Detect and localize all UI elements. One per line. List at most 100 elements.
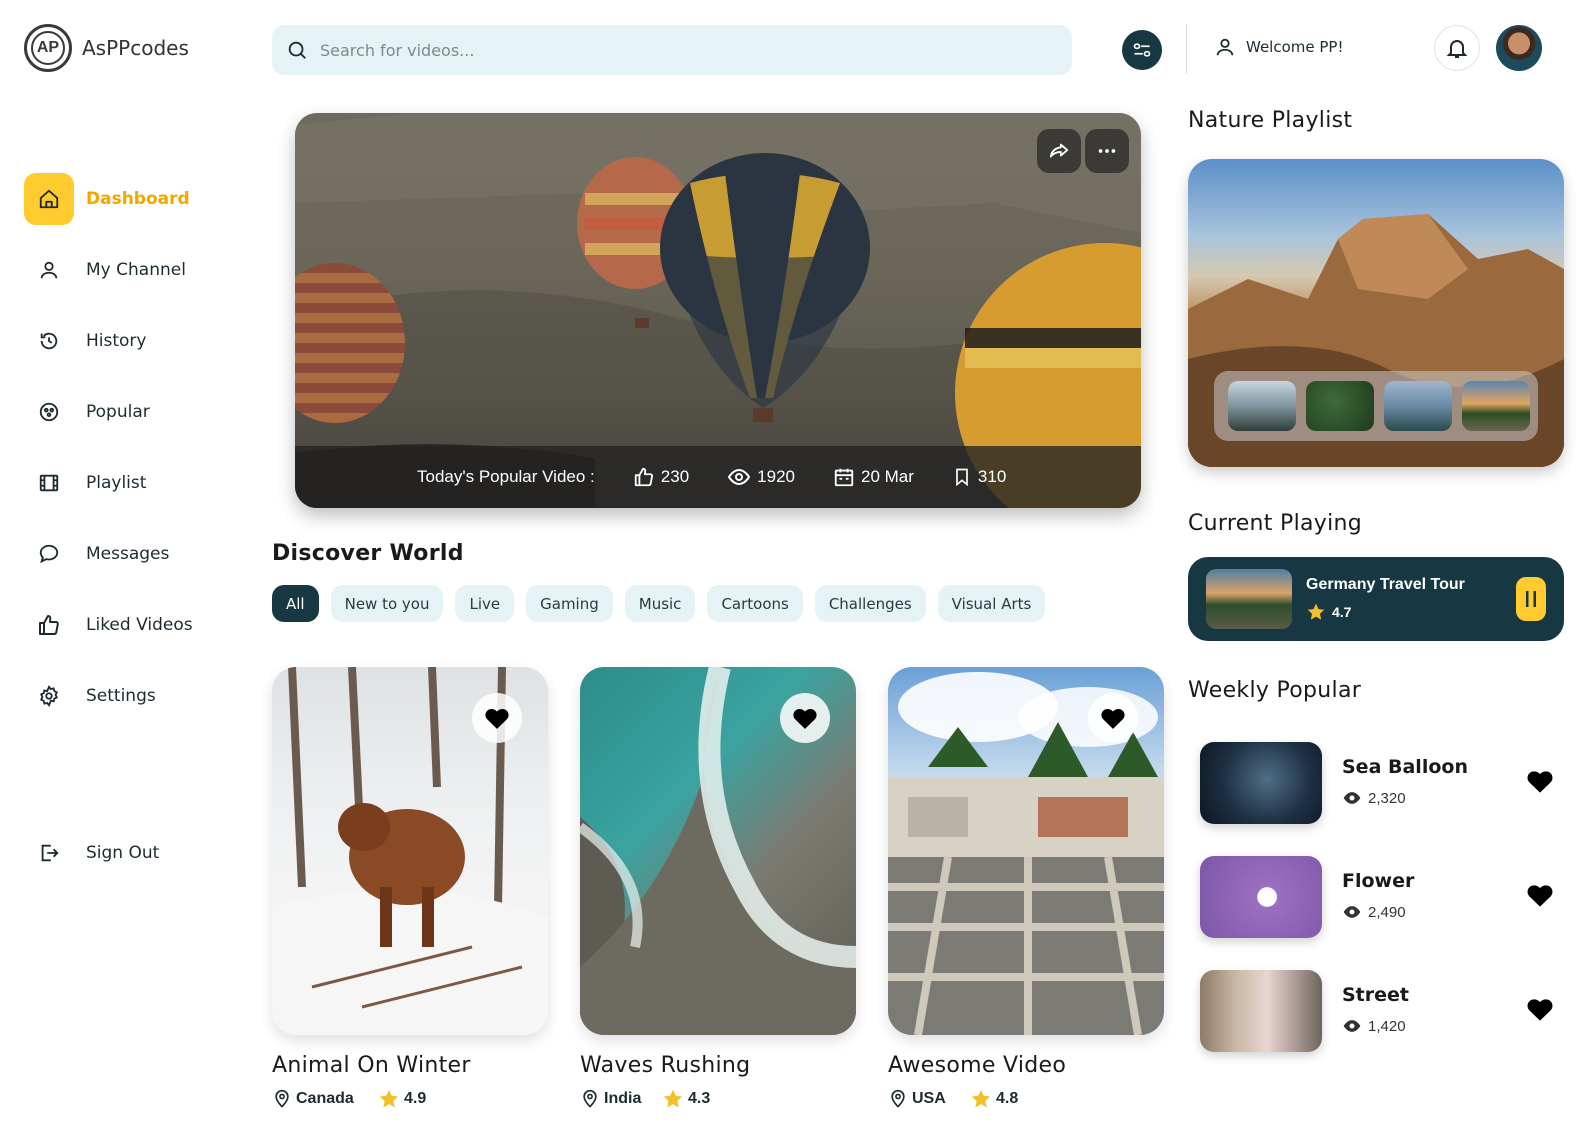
video-thumbnail[interactable] — [1200, 970, 1322, 1052]
views-count: 1920 — [757, 467, 795, 486]
video-thumbnail[interactable] — [1200, 856, 1322, 938]
playlist-thumb[interactable] — [1384, 381, 1452, 431]
pause-button[interactable] — [1516, 577, 1546, 621]
search-input[interactable] — [320, 40, 1020, 60]
playlist-thumb[interactable] — [1228, 381, 1296, 431]
user-icon — [24, 244, 74, 296]
sign-out-button[interactable]: Sign Out — [24, 826, 159, 880]
chip-all[interactable]: All — [272, 585, 319, 622]
video-rating: 4.3 — [662, 1088, 710, 1110]
list-item[interactable]: Flower 2,490 — [1200, 856, 1560, 938]
now-playing-rating: 4.7 — [1306, 602, 1465, 622]
playlist-thumb[interactable] — [1462, 381, 1530, 431]
now-playing-card[interactable]: Germany Travel Tour 4.7 — [1188, 557, 1564, 641]
video-title[interactable]: Awesome Video — [888, 1053, 1164, 1078]
star-icon — [1307, 603, 1325, 620]
list-item[interactable]: Street 1,420 — [1200, 970, 1560, 1052]
weekly-views: 2,490 — [1342, 902, 1406, 922]
playlist-thumbnails — [1214, 371, 1538, 441]
sidebar-item-label: Messages — [86, 544, 170, 564]
video-meta: Canada 4.9 — [272, 1088, 548, 1110]
chip-live[interactable]: Live — [455, 585, 515, 622]
location-pin-icon — [891, 1089, 905, 1108]
favorite-button[interactable] — [1088, 693, 1138, 743]
likes-count: 230 — [660, 467, 690, 486]
sidebar-item-my-channel[interactable]: My Channel — [24, 243, 244, 297]
app-logo[interactable]: AP AsPPcodes — [24, 24, 189, 72]
weekly-title[interactable]: Sea Balloon — [1342, 756, 1468, 778]
thumbs-up-icon — [24, 599, 74, 651]
heart-icon — [1527, 885, 1553, 907]
nature-playlist[interactable] — [1188, 159, 1564, 467]
weekly-title[interactable]: Street — [1342, 984, 1409, 1006]
notifications-button[interactable] — [1434, 25, 1480, 71]
filter-button[interactable] — [1122, 30, 1162, 70]
eye-icon — [1343, 906, 1361, 918]
sidebar-item-dashboard[interactable]: Dashboard — [24, 172, 244, 226]
share-button[interactable] — [1037, 129, 1081, 173]
favorite-button[interactable] — [1526, 882, 1554, 913]
weekly-popular-list: Sea Balloon 2,320 Flower 2,490 Street 1,… — [1200, 742, 1560, 1084]
video-thumbnail[interactable] — [1200, 742, 1322, 824]
gear-icon — [24, 670, 74, 722]
video-thumbnail[interactable] — [272, 667, 548, 1035]
eye-icon — [1343, 792, 1361, 804]
sidebar-nav: Dashboard My Channel History Popular Pla… — [24, 172, 244, 740]
user-icon — [1216, 38, 1234, 56]
favorite-button[interactable] — [780, 693, 830, 743]
sidebar-item-history[interactable]: History — [24, 314, 244, 368]
star-icon — [663, 1089, 683, 1108]
favorite-button[interactable] — [1526, 996, 1554, 1027]
now-playing-title: Germany Travel Tour — [1306, 576, 1465, 593]
sidebar-item-messages[interactable]: Messages — [24, 527, 244, 581]
video-title[interactable]: Animal On Winter — [272, 1053, 548, 1078]
sidebar-item-playlist[interactable]: Playlist — [24, 456, 244, 510]
video-rating: 4.9 — [378, 1088, 426, 1110]
video-thumbnail[interactable] — [580, 667, 856, 1035]
video-card[interactable]: Waves Rushing India 4.3 — [580, 667, 856, 1110]
favorite-button[interactable] — [472, 693, 522, 743]
more-icon — [1098, 149, 1116, 153]
video-card[interactable]: Awesome Video USA 4.8 — [888, 667, 1164, 1110]
sidebar-item-label: Playlist — [86, 473, 147, 493]
sidebar-item-liked-videos[interactable]: Liked Videos — [24, 598, 244, 652]
popular-icon — [24, 386, 74, 438]
video-location: Canada — [272, 1088, 378, 1110]
list-item[interactable]: Sea Balloon 2,320 — [1200, 742, 1560, 824]
video-card[interactable]: Animal On Winter Canada 4.9 — [272, 667, 548, 1110]
video-meta: India 4.3 — [580, 1088, 856, 1110]
sidebar-item-label: Popular — [86, 402, 150, 422]
location-pin-icon — [275, 1089, 289, 1108]
bell-icon — [1446, 40, 1468, 58]
video-title[interactable]: Waves Rushing — [580, 1053, 856, 1078]
popular-video-hero[interactable]: Today's Popular Video : 230 1920 20 Mar … — [295, 113, 1141, 508]
chip-cartoons[interactable]: Cartoons — [707, 585, 803, 622]
likes-stat[interactable]: 230 — [633, 466, 689, 488]
saves-stat[interactable]: 310 — [952, 466, 1006, 488]
chip-challenges[interactable]: Challenges — [814, 585, 926, 622]
chip-new-to-you[interactable]: New to you — [330, 585, 444, 622]
sidebar-item-settings[interactable]: Settings — [24, 669, 244, 723]
sidebar-item-label: My Channel — [86, 260, 186, 280]
search-icon — [288, 41, 306, 59]
chip-gaming[interactable]: Gaming — [526, 585, 613, 622]
favorite-button[interactable] — [1526, 768, 1554, 799]
hero-label: Today's Popular Video : — [417, 467, 595, 486]
sidebar-item-label: Settings — [86, 686, 156, 706]
playlist-thumb[interactable] — [1306, 381, 1374, 431]
welcome-user[interactable]: Welcome PP! — [1214, 36, 1344, 58]
weekly-title[interactable]: Flower — [1342, 870, 1414, 892]
sidebar-item-popular[interactable]: Popular — [24, 385, 244, 439]
video-thumbnail[interactable] — [888, 667, 1164, 1035]
star-icon — [971, 1089, 991, 1108]
sidebar-item-label: History — [86, 331, 147, 351]
chip-visual-arts[interactable]: Visual Arts — [937, 585, 1046, 622]
sidebar-item-label: Dashboard — [86, 189, 190, 209]
saves-count: 310 — [977, 467, 1007, 486]
history-icon — [24, 315, 74, 367]
more-options-button[interactable] — [1085, 129, 1129, 173]
avatar[interactable] — [1496, 25, 1542, 71]
now-playing-thumbnail — [1206, 569, 1292, 629]
star-icon — [379, 1089, 399, 1108]
chip-music[interactable]: Music — [624, 585, 696, 622]
